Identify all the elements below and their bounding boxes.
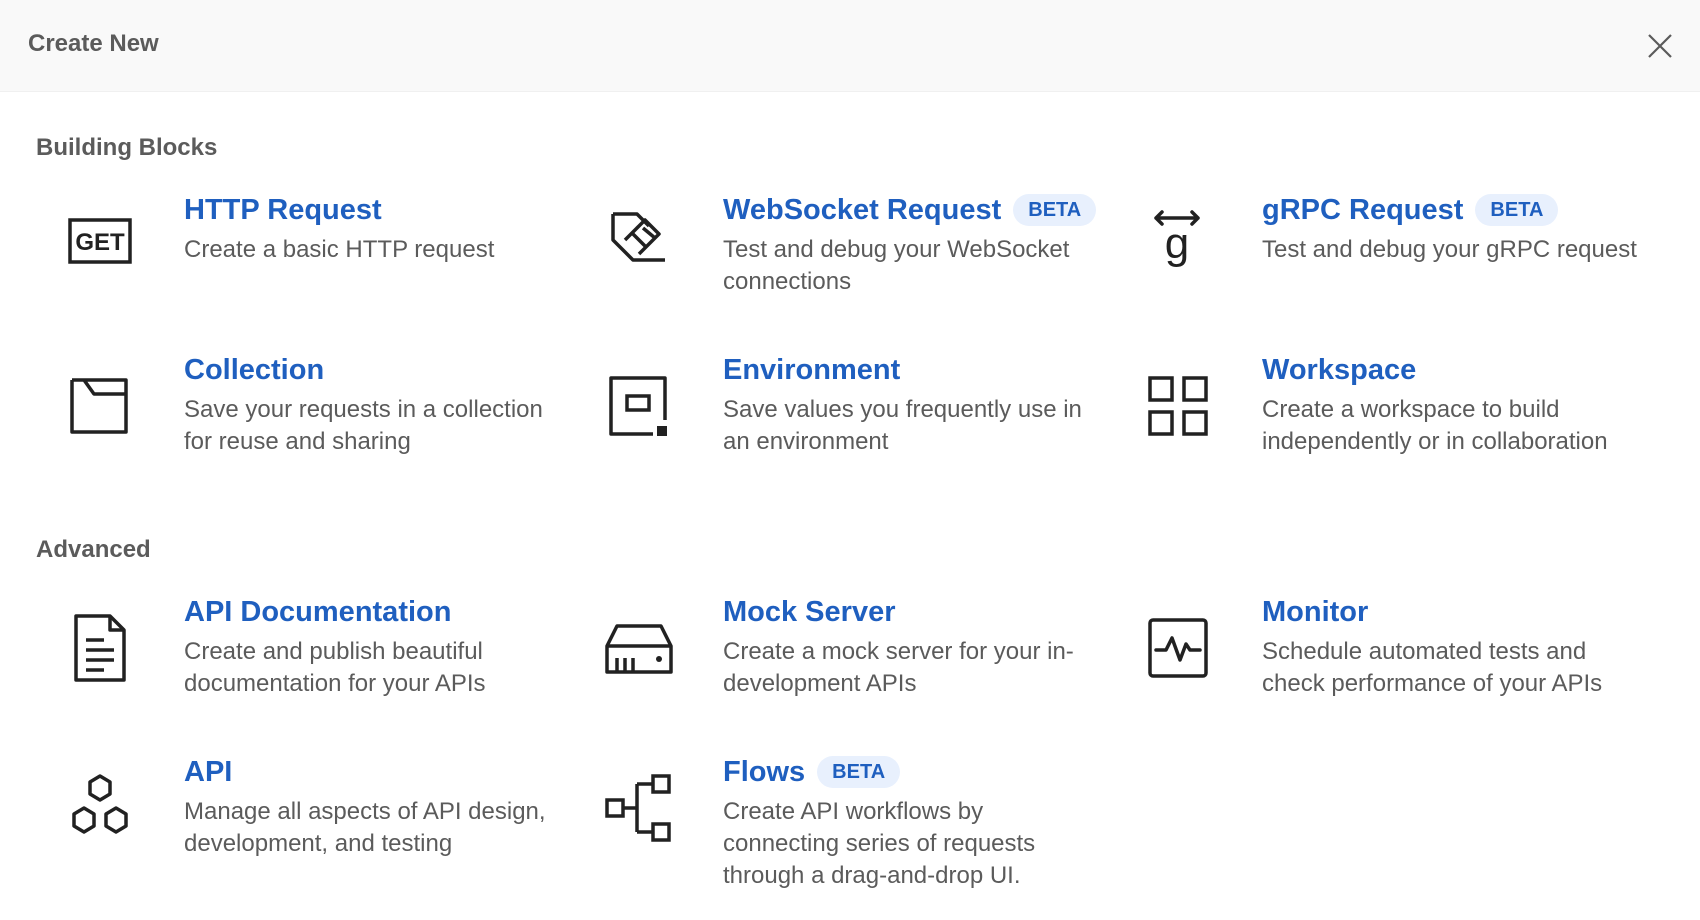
item-description: Manage all aspects of API design, develo…	[184, 798, 546, 857]
beta-badge: BETA	[817, 756, 901, 788]
get-icon: GET	[60, 200, 140, 280]
document-icon	[60, 608, 140, 688]
beta-badge: BETA	[1475, 194, 1559, 226]
item-title: Flows	[723, 756, 806, 788]
item-description: Test and debug your gRPC request	[1262, 236, 1637, 263]
close-icon	[1648, 34, 1672, 58]
workspace-icon	[1138, 366, 1218, 446]
svg-text:GET: GET	[75, 229, 125, 256]
item-title: Workspace	[1262, 354, 1417, 386]
item-title: HTTP Request	[184, 194, 382, 226]
item-title: API	[184, 756, 233, 788]
close-button[interactable]	[1640, 26, 1680, 66]
item-title: WebSocket Request	[723, 194, 1002, 226]
item-title: Collection	[184, 354, 325, 386]
environment-icon	[599, 366, 679, 446]
item-title: Environment	[723, 354, 901, 386]
server-icon	[599, 608, 679, 688]
item-title: Monitor	[1262, 596, 1369, 628]
flows-icon	[599, 768, 679, 848]
monitor-icon	[1138, 608, 1218, 688]
item-description: Create a mock server for your in-develop…	[723, 638, 1074, 697]
collection-icon	[60, 366, 140, 446]
item-description: Create a basic HTTP request	[184, 236, 495, 263]
modal-header: Create New	[0, 0, 1700, 92]
grpc-icon: g	[1138, 200, 1218, 280]
item-description: Test and debug your WebSocket connection…	[723, 236, 1070, 295]
item-description: Save values you frequently use in an env…	[723, 396, 1082, 455]
item-title: API Documentation	[184, 596, 452, 628]
api-hexagons-icon	[60, 768, 140, 848]
item-description: Create API workflows by connecting serie…	[723, 798, 1036, 889]
svg-text:g: g	[1165, 219, 1189, 268]
section-title-building-blocks: Building Blocks	[36, 134, 218, 161]
item-description: Create and publish beautiful documentati…	[184, 638, 486, 697]
section-title-advanced: Advanced	[36, 536, 151, 563]
item-description: Schedule automated tests and check perfo…	[1262, 638, 1603, 697]
websocket-icon	[599, 200, 679, 280]
beta-badge: BETA	[1013, 194, 1097, 226]
modal-title: Create New	[28, 30, 159, 57]
item-description: Create a workspace to build independentl…	[1262, 396, 1608, 455]
item-title: Mock Server	[723, 596, 896, 628]
item-description: Save your requests in a collection for r…	[184, 396, 543, 455]
item-title: gRPC Request	[1262, 194, 1464, 226]
